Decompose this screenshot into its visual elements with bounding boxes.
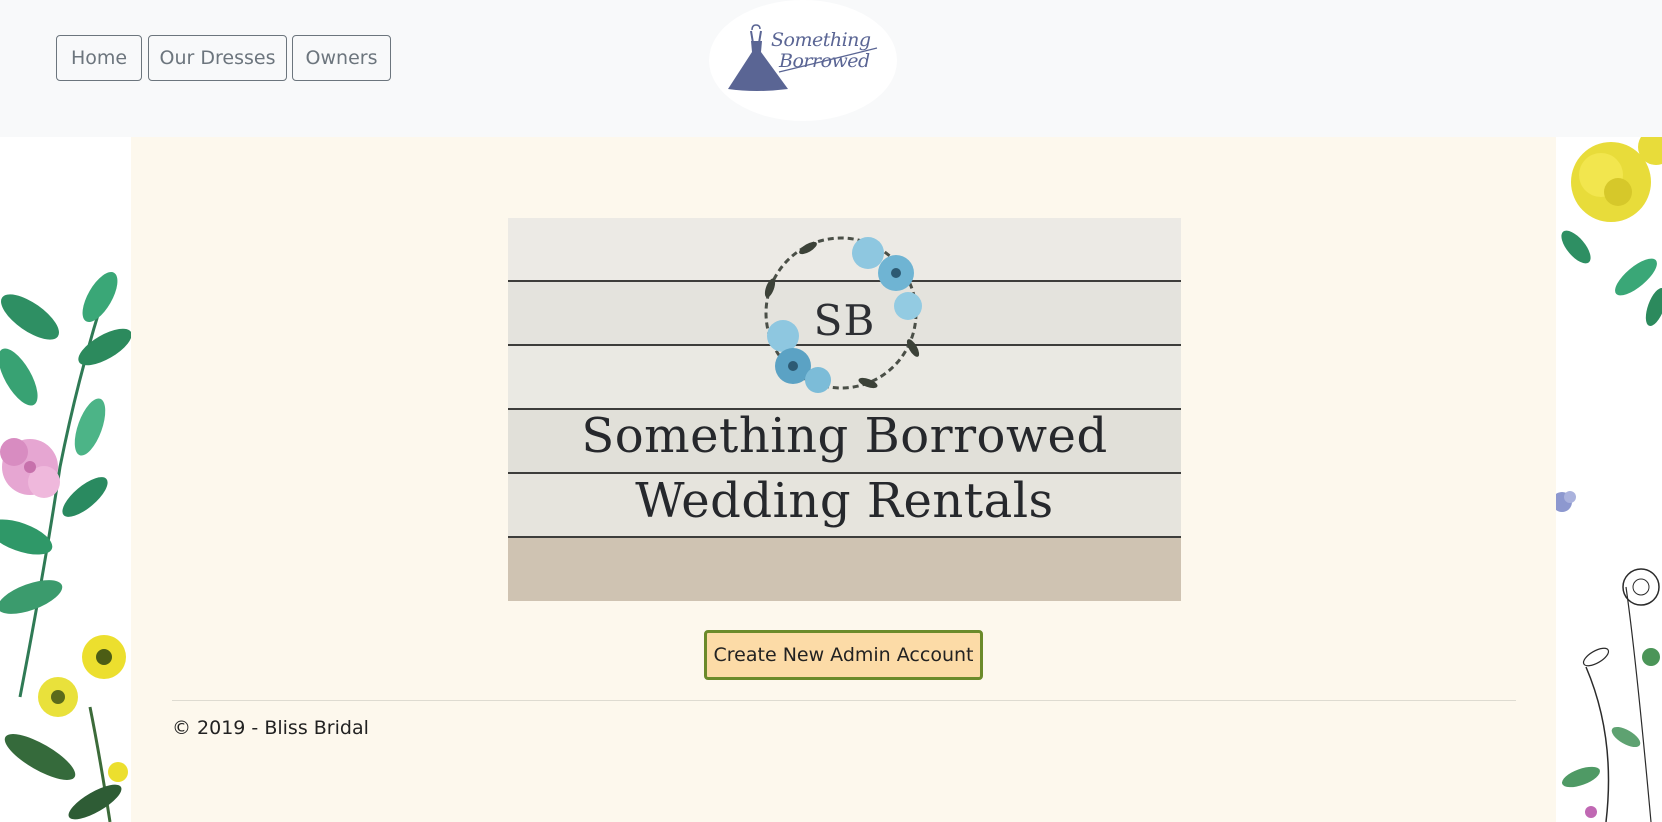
hero-title-line1: Something Borrowed xyxy=(581,408,1108,464)
create-admin-account-button[interactable]: Create New Admin Account xyxy=(704,630,983,680)
flowers-left-icon xyxy=(0,272,131,822)
footer-divider xyxy=(172,700,1516,701)
brand-logo[interactable]: Something Borrowed xyxy=(709,0,897,121)
hero-banner: SB Something Borrowed Wedding Rentals xyxy=(508,218,1181,601)
floral-border-right xyxy=(1556,137,1662,822)
hero-monogram: SB xyxy=(813,296,876,345)
nav-our-dresses-button[interactable]: Our Dresses xyxy=(148,35,287,81)
flowers-right-icon xyxy=(1556,137,1662,822)
nav-home-button[interactable]: Home xyxy=(56,35,142,81)
logo-wordmark: Something Borrowed xyxy=(771,30,871,72)
floral-border-left xyxy=(0,137,131,822)
logo-line1: Something xyxy=(771,29,871,51)
navbar: Home Our Dresses Owners Something Borrow… xyxy=(0,0,1662,137)
hero-title-line2: Wedding Rentals xyxy=(635,473,1054,529)
nav-owners-button[interactable]: Owners xyxy=(292,35,391,81)
main-content: SB Something Borrowed Wedding Rentals Cr… xyxy=(131,137,1556,822)
footer-copyright: © 2019 - Bliss Bridal xyxy=(172,717,369,739)
logo-line2: Borrowed xyxy=(779,50,870,72)
